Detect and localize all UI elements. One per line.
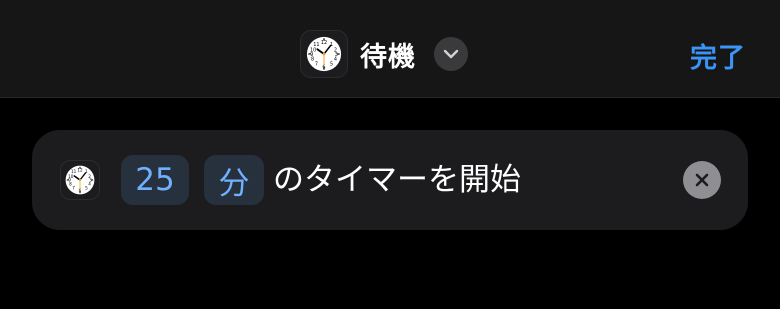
clock-icon: 12 1 2 3 4 5 6 7 8 9 10 11 <box>300 30 348 78</box>
svg-text:11: 11 <box>313 42 319 48</box>
navigation-bar: 12 1 2 3 4 5 6 7 8 9 10 11 待機 完了 <box>0 0 780 98</box>
svg-text:10: 10 <box>68 174 74 179</box>
start-timer-action[interactable]: 12 1 2 3 4 5 6 7 8 9 10 11 25 分 のタイマーを開始 <box>32 130 748 230</box>
svg-text:7: 7 <box>315 61 318 67</box>
duration-unit-token[interactable]: 分 <box>204 155 264 205</box>
done-button[interactable]: 完了 <box>690 36 746 75</box>
svg-text:12: 12 <box>321 40 327 46</box>
shortcut-title: 待機 <box>360 41 416 73</box>
svg-text:10: 10 <box>310 48 316 54</box>
chevron-down-icon[interactable] <box>434 37 468 71</box>
svg-text:5: 5 <box>330 61 333 67</box>
svg-text:11: 11 <box>71 169 77 174</box>
svg-text:5: 5 <box>85 186 88 191</box>
action-description: のタイマーを開始 <box>273 162 521 198</box>
svg-text:12: 12 <box>77 168 83 173</box>
svg-text:4: 4 <box>88 182 91 187</box>
svg-text:4: 4 <box>334 57 337 63</box>
shortcut-title-menu[interactable]: 12 1 2 3 4 5 6 7 8 9 10 11 待機 <box>300 28 468 80</box>
duration-value-token[interactable]: 25 <box>121 155 189 205</box>
svg-text:7: 7 <box>72 186 75 191</box>
clock-icon: 12 1 2 3 4 5 6 7 8 9 10 11 <box>60 160 100 200</box>
close-icon[interactable] <box>683 161 721 199</box>
